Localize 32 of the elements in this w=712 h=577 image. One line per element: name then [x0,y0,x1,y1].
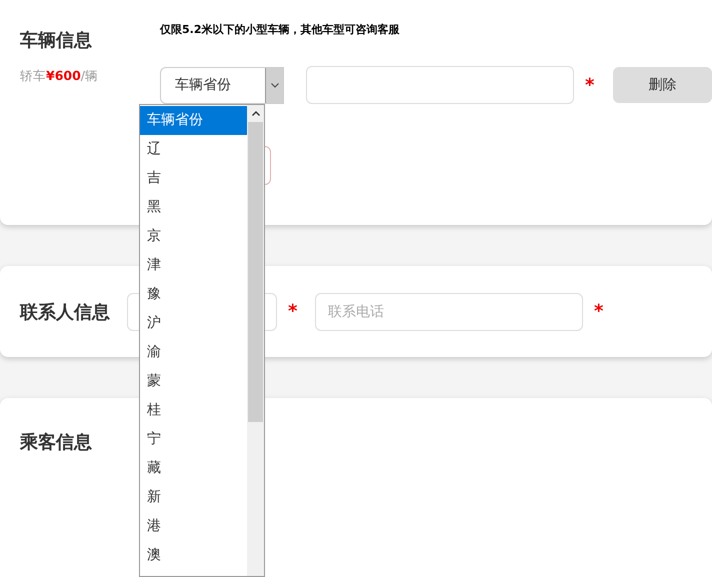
required-mark: * [594,301,604,322]
dropdown-option[interactable]: 黑 [140,193,247,222]
dropdown-option[interactable]: 豫 [140,280,247,309]
dropdown-option[interactable]: 港 [140,512,247,541]
chevron-up-icon[interactable] [252,111,260,116]
dropdown-option[interactable]: 澳 [140,541,247,570]
delete-button[interactable]: 删除 [613,67,712,103]
province-select[interactable]: 车辆省份 [160,66,284,104]
dropdown-option[interactable]: 宁 [140,425,247,454]
section-title: 联系人信息 [20,300,110,324]
scrollbar[interactable] [247,105,264,576]
dropdown-option[interactable]: 桂 [140,396,247,425]
dropdown-option[interactable]: 沪 [140,309,247,338]
dropdown-option[interactable]: 辽 [140,135,247,164]
section-title: 乘客信息 [20,431,92,454]
section-title: 车辆信息 [20,29,92,52]
dropdown-option[interactable]: 车辆省份 [140,106,247,135]
price-text: 轿车¥600/辆 [20,68,100,85]
notice-text: 仅限5.2米以下的小型车辆，其他车型可咨询客服 [160,22,400,38]
dropdown-option[interactable]: 藏 [140,454,247,483]
dropdown-option[interactable]: 渝 [140,338,247,367]
scrollbar-thumb[interactable] [248,122,263,422]
dropdown-option[interactable]: 蒙 [140,367,247,396]
dropdown-option[interactable]: 新 [140,483,247,512]
plate-input[interactable] [306,66,574,104]
chevron-down-icon [270,82,278,88]
phone-input[interactable]: 联系电话 [315,292,583,330]
dropdown-option[interactable]: 京 [140,222,247,251]
required-mark: * [585,74,596,96]
required-mark: * [288,301,298,322]
dropdown-option[interactable]: 津 [140,251,247,280]
dropdown-option[interactable]: 吉 [140,164,247,193]
